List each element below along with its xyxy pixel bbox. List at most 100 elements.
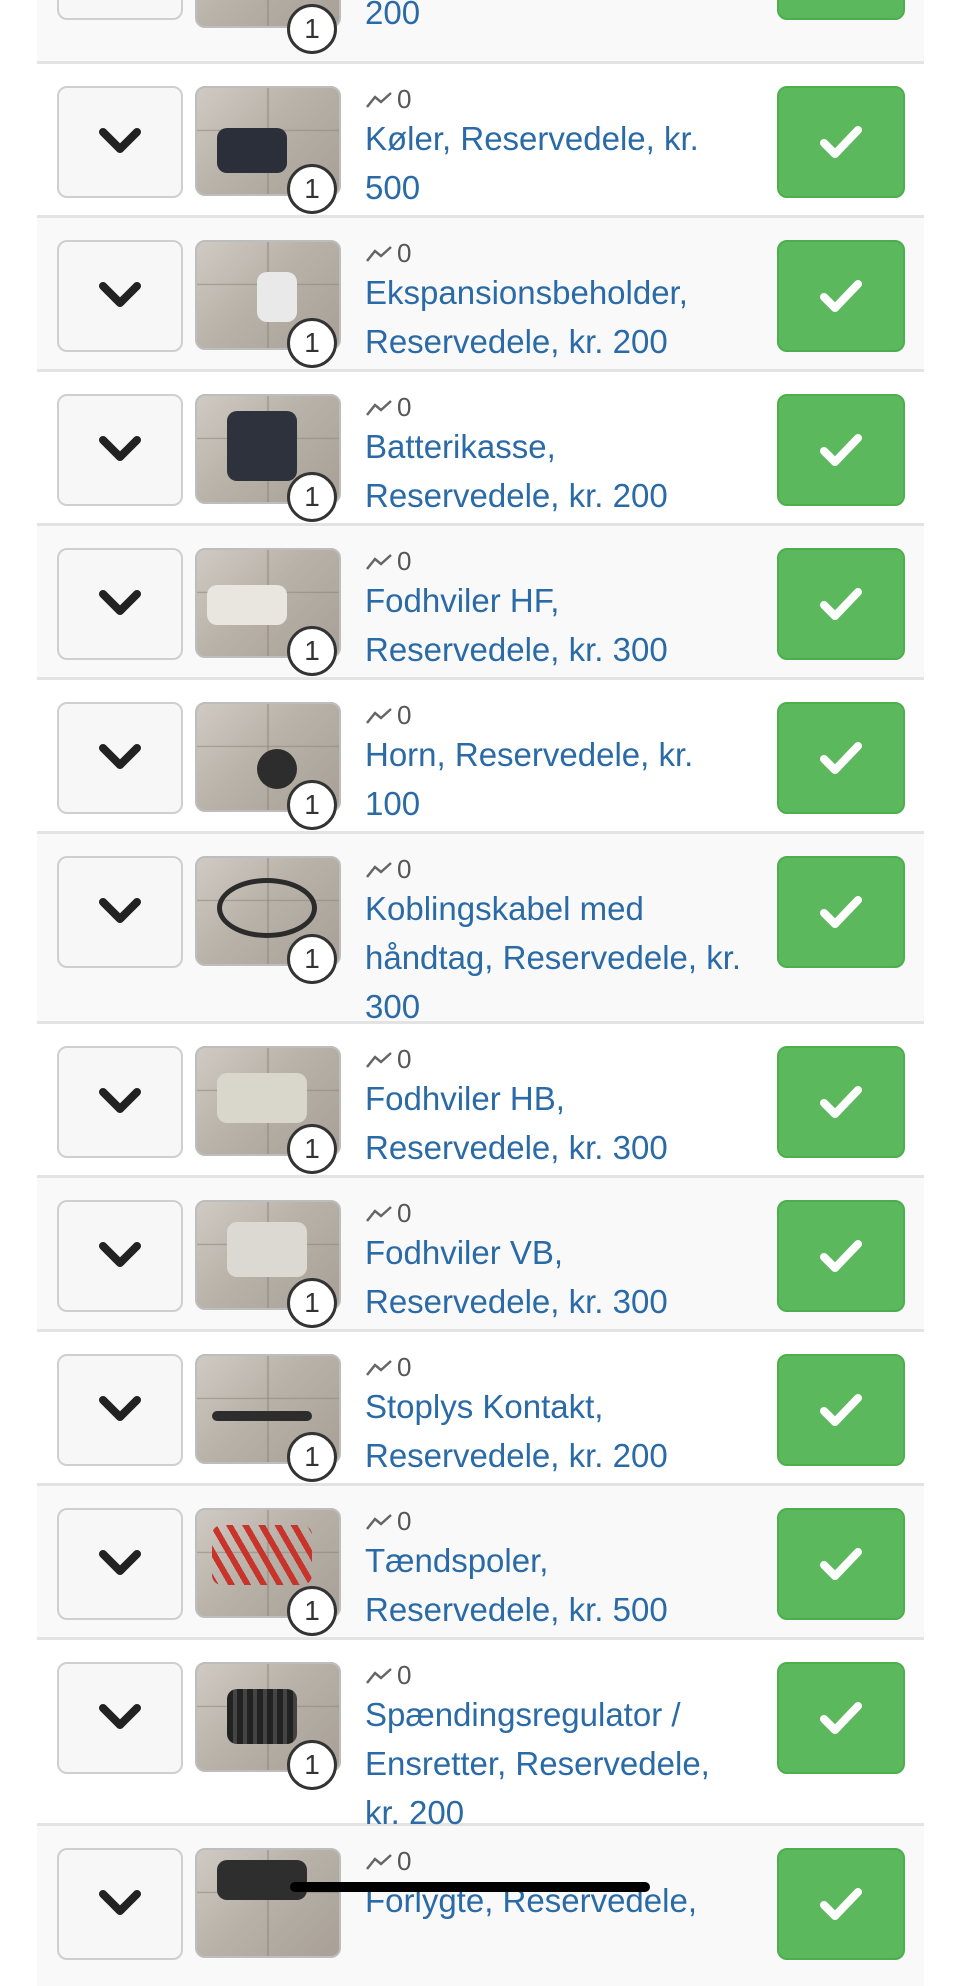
expand-button[interactable] — [57, 1508, 183, 1620]
confirm-button[interactable] — [777, 1354, 905, 1466]
checkmark-icon — [820, 280, 862, 312]
home-indicator[interactable] — [290, 1882, 650, 1892]
view-count: 0 — [397, 700, 412, 730]
checkmark-icon — [820, 1702, 862, 1734]
chevron-down-icon — [99, 744, 141, 769]
trend-icon — [366, 553, 392, 570]
item-title-link[interactable]: Køler, Reservedele, kr. 500 — [365, 114, 745, 212]
view-stats: 0 — [365, 1506, 411, 1537]
checkmark-icon — [820, 1888, 862, 1920]
expand-button[interactable] — [57, 1848, 183, 1960]
checkmark-icon — [820, 1548, 862, 1580]
chevron-down-icon — [99, 128, 141, 153]
expand-button[interactable] — [57, 548, 183, 660]
view-stats: 0 — [365, 238, 411, 269]
view-stats: 0 — [365, 1352, 411, 1383]
item-title-link[interactable]: Fodhviler HB, Reservedele, kr. 300 — [365, 1074, 745, 1172]
confirm-button[interactable] — [777, 1508, 905, 1620]
view-count: 0 — [397, 238, 412, 268]
item-title-link[interactable]: Fodhviler HF, Reservedele, kr. 300 — [365, 576, 745, 674]
confirm-button[interactable] — [777, 1046, 905, 1158]
list-item: 0 Forlygte, Reservedele, — [37, 1826, 924, 1986]
view-stats: 0 — [365, 84, 411, 115]
image-count-badge: 1 — [287, 626, 337, 676]
image-count-badge: 1 — [287, 1586, 337, 1636]
expand-button[interactable] — [57, 86, 183, 198]
image-count-badge: 1 — [287, 4, 337, 54]
expand-button[interactable] — [57, 1662, 183, 1774]
item-title-link[interactable]: Ekspansionsbeholder, Reservedele, kr. 20… — [365, 268, 745, 366]
view-stats: 0 — [365, 1660, 411, 1691]
item-title-link[interactable]: Stoplys Kontakt, Reservedele, kr. 200 — [365, 1382, 745, 1480]
trend-icon — [366, 707, 392, 724]
expand-button[interactable] — [57, 702, 183, 814]
view-count: 0 — [397, 1352, 412, 1382]
view-stats: 0 — [365, 1198, 411, 1229]
item-title-link[interactable]: Spændingsregulator / Ensretter, Reserved… — [365, 1690, 745, 1837]
trend-icon — [366, 1205, 392, 1222]
checkmark-icon — [820, 742, 862, 774]
list-item: 1 0 Køler, Reservedele, kr. 500 — [37, 64, 924, 218]
item-title-link[interactable]: Tændspoler, Reservedele, kr. 500 — [365, 1536, 745, 1634]
view-count: 0 — [397, 1506, 412, 1536]
confirm-button[interactable] — [777, 0, 905, 20]
confirm-button[interactable] — [777, 394, 905, 506]
expand-button[interactable] — [57, 240, 183, 352]
image-count-badge: 1 — [287, 1124, 337, 1174]
confirm-button[interactable] — [777, 1848, 905, 1960]
expand-button[interactable] — [57, 394, 183, 506]
image-count-badge: 1 — [287, 780, 337, 830]
list-item: 1 200 — [37, 0, 924, 64]
view-count: 0 — [397, 1044, 412, 1074]
view-count: 0 — [397, 854, 412, 884]
trend-icon — [366, 245, 392, 262]
confirm-button[interactable] — [777, 86, 905, 198]
confirm-button[interactable] — [777, 856, 905, 968]
view-count: 0 — [397, 84, 412, 114]
confirm-button[interactable] — [777, 1662, 905, 1774]
checkmark-icon — [820, 434, 862, 466]
list-item: 1 0 Ekspansionsbeholder, Reservedele, kr… — [37, 218, 924, 372]
trend-icon — [366, 1359, 392, 1376]
image-count-badge: 1 — [287, 1740, 337, 1790]
chevron-down-icon — [99, 1704, 141, 1729]
view-count: 0 — [397, 1660, 412, 1690]
list-item: 1 0 Fodhviler HB, Reservedele, kr. 300 — [37, 1024, 924, 1178]
item-title-link[interactable]: Horn, Reservedele, kr. 100 — [365, 730, 745, 828]
view-stats: 0 — [365, 392, 411, 423]
view-stats: 0 — [365, 700, 411, 731]
confirm-button[interactable] — [777, 702, 905, 814]
expand-button[interactable] — [57, 1046, 183, 1158]
image-count-badge: 1 — [287, 164, 337, 214]
chevron-down-icon — [99, 1242, 141, 1267]
item-thumbnail[interactable] — [195, 1848, 341, 1958]
list-item: 1 0 Horn, Reservedele, kr. 100 — [37, 680, 924, 834]
expand-button[interactable] — [57, 856, 183, 968]
item-title-link[interactable]: Koblingskabel med håndtag, Reservedele, … — [365, 884, 745, 1031]
view-stats: 0 — [365, 1044, 411, 1075]
view-stats: 0 — [365, 546, 411, 577]
image-count-badge: 1 — [287, 1432, 337, 1482]
expand-button[interactable] — [57, 0, 183, 20]
image-count-badge: 1 — [287, 1278, 337, 1328]
expand-button[interactable] — [57, 1200, 183, 1312]
view-count: 0 — [397, 392, 412, 422]
trend-icon — [366, 91, 392, 108]
list-item: 1 0 Fodhviler HF, Reservedele, kr. 300 — [37, 526, 924, 680]
trend-icon — [366, 399, 392, 416]
confirm-button[interactable] — [777, 1200, 905, 1312]
confirm-button[interactable] — [777, 240, 905, 352]
trend-icon — [366, 1513, 392, 1530]
item-title-link[interactable]: Batterikasse, Reservedele, kr. 200 — [365, 422, 745, 520]
checkmark-icon — [820, 1086, 862, 1118]
chevron-down-icon — [99, 1550, 141, 1575]
list-item: 1 0 Tændspoler, Reservedele, kr. 500 — [37, 1486, 924, 1640]
item-title-link[interactable]: 200 — [365, 0, 745, 37]
checkmark-icon — [820, 588, 862, 620]
item-title-link[interactable]: Fodhviler VB, Reservedele, kr. 300 — [365, 1228, 745, 1326]
chevron-down-icon — [99, 898, 141, 923]
view-count: 0 — [397, 1198, 412, 1228]
confirm-button[interactable] — [777, 548, 905, 660]
list-item: 1 0 Stoplys Kontakt, Reservedele, kr. 20… — [37, 1332, 924, 1486]
expand-button[interactable] — [57, 1354, 183, 1466]
